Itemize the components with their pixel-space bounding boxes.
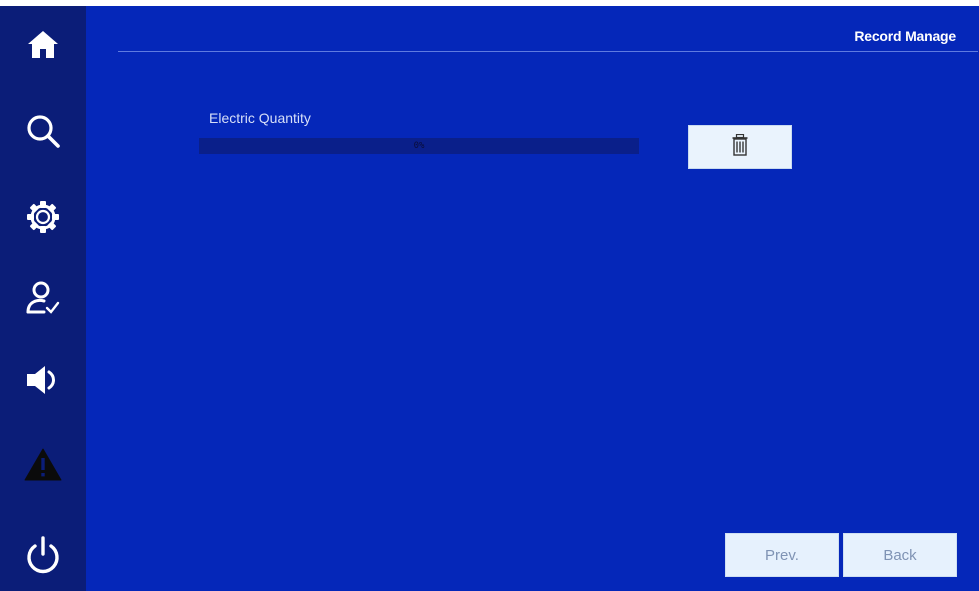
sidebar-item-home[interactable] <box>0 14 86 74</box>
settings-gear-icon <box>26 200 60 234</box>
electric-quantity-label: Electric Quantity <box>209 110 311 126</box>
prev-button[interactable]: Prev. <box>725 533 839 577</box>
electric-quantity-progress-bar: 0% <box>199 138 639 154</box>
sidebar-item-sound[interactable] <box>0 350 86 410</box>
power-icon <box>23 536 63 576</box>
sidebar <box>0 6 86 591</box>
header-divider <box>118 51 978 52</box>
progress-percent-text: 0% <box>413 141 425 151</box>
trash-icon <box>732 133 748 161</box>
back-button[interactable]: Back <box>843 533 957 577</box>
user-check-icon <box>25 280 61 316</box>
sidebar-item-user[interactable] <box>0 268 86 328</box>
speaker-icon <box>25 364 61 396</box>
app-screen: Record Manage Electric Quantity 0% Prev.… <box>0 6 979 591</box>
sidebar-item-alarm[interactable] <box>0 434 86 494</box>
sidebar-item-power[interactable] <box>0 526 86 586</box>
page-title: Record Manage <box>854 28 956 44</box>
sidebar-item-settings[interactable] <box>0 187 86 247</box>
delete-records-button[interactable] <box>688 125 792 169</box>
sidebar-item-search[interactable] <box>0 101 86 161</box>
warning-icon <box>24 447 62 481</box>
home-icon <box>27 29 59 59</box>
search-icon <box>25 113 61 149</box>
